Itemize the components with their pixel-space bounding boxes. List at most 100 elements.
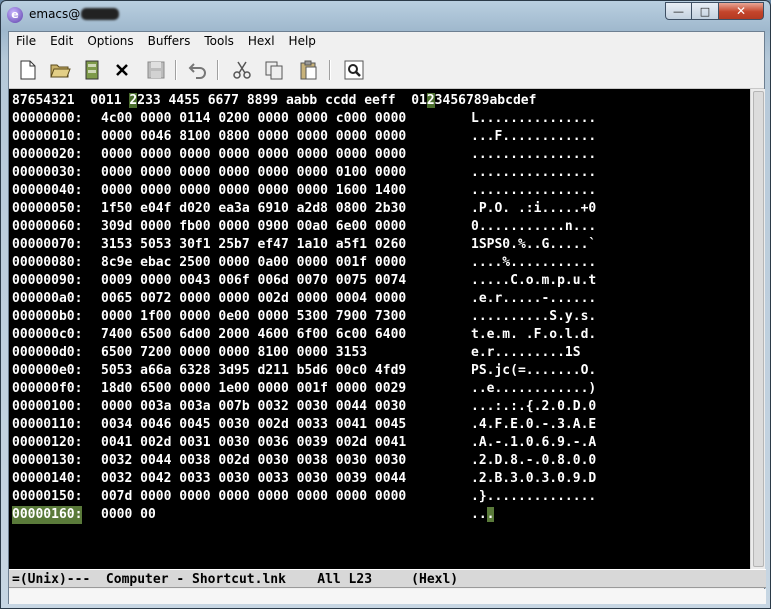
window-controls: — □ ✕ [665, 2, 764, 20]
menu-help[interactable]: Help [282, 32, 323, 52]
window-title: emacs@ [29, 7, 120, 21]
row-address: 000000c0: [12, 327, 83, 342]
emacs-window: e emacs@ — □ ✕ File Edit Options Buffers… [0, 0, 771, 609]
redacted-hostname [81, 8, 120, 20]
menu-hexl[interactable]: Hexl [241, 32, 282, 52]
new-file-icon[interactable] [15, 57, 41, 83]
ruler-addr: 87654321 [12, 93, 75, 108]
row-ascii: 1SPS0.%..G.....` [471, 237, 597, 252]
row-ascii: .....C.o.m.p.u.t [471, 273, 597, 288]
row-hex: 0000 003a 003a 007b 0032 0030 0044 0030 [101, 399, 407, 414]
row-address: 00000020: [12, 147, 83, 162]
row-address: 000000d0: [12, 345, 83, 360]
menu-buffers[interactable]: Buffers [141, 32, 198, 52]
row-address: 000000b0: [12, 309, 83, 324]
vertical-scrollbar[interactable] [750, 89, 765, 569]
row-address: 00000060: [12, 219, 83, 234]
row-address: 00000050: [12, 201, 83, 216]
row-ascii: t.e.m. .F.o.l.d. [471, 327, 597, 342]
row-address: 00000150: [12, 489, 83, 504]
row-hex: 0034 0046 0045 0030 002d 0033 0041 0045 [101, 417, 407, 432]
row-hex: 0041 002d 0031 0030 0036 0039 002d 0041 [101, 435, 407, 450]
toolbar-separator [175, 60, 177, 80]
row-ascii: e.r.........1S [471, 345, 581, 360]
mode-line: =(Unix)--- Computer - Shortcut.lnk All L… [9, 569, 766, 588]
row-hex: 6500 7200 0000 0000 8100 0000 3153 [101, 345, 368, 360]
row-hex: 7400 6500 6d00 2000 4600 6f00 6c00 6400 [101, 327, 407, 342]
row-ascii: ...F............ [471, 129, 597, 144]
row-hex: 0032 0042 0033 0030 0033 0030 0039 0044 [101, 471, 407, 486]
menu-tools[interactable]: Tools [197, 32, 241, 52]
undo-icon[interactable] [185, 57, 211, 83]
maximize-button[interactable]: □ [692, 2, 719, 20]
row-address: 000000f0: [12, 381, 83, 396]
ruler-hex-b: 233 4455 6677 8899 aabb ccdd eeff [137, 93, 396, 108]
window-title-text: emacs@ [29, 7, 81, 21]
row-ascii: 0...........n... [471, 219, 597, 234]
row-address: 00000130: [12, 453, 83, 468]
row-address: 000000a0: [12, 291, 83, 306]
row-address: 00000000: [12, 111, 83, 126]
save-disk-icon[interactable] [79, 57, 105, 83]
hexl-buffer[interactable]: 87654321 0011 2233 4455 6677 8899 aabb c… [9, 89, 750, 569]
row-address: 00000120: [12, 435, 83, 450]
paste-icon[interactable] [295, 57, 321, 83]
row-hex: 0000 0000 0000 0000 0000 0000 1600 1400 [101, 183, 407, 198]
row-hex: 18d0 6500 0000 1e00 0000 001f 0000 0029 [101, 381, 407, 396]
emacs-app-icon[interactable]: e [7, 7, 23, 23]
row-ascii: .2.B.3.0.3.0.9.D [471, 471, 597, 486]
row-address: 00000070: [12, 237, 83, 252]
menu-file[interactable]: File [9, 32, 43, 52]
row-ascii: .e.r.....-...... [471, 291, 597, 306]
open-folder-icon[interactable] [47, 57, 73, 83]
row-ascii: ..e............) [471, 381, 597, 396]
menu-options[interactable]: Options [80, 32, 140, 52]
row-address: 00000100: [12, 399, 83, 414]
row-hex: 5053 a66a 6328 3d95 d211 b5d6 00c0 4fd9 [101, 363, 407, 378]
cut-icon[interactable] [229, 57, 255, 83]
save-as-icon[interactable] [143, 57, 169, 83]
row-ascii: ...:.:.{.2.0.D.0 [471, 399, 597, 414]
close-button[interactable]: ✕ [719, 2, 764, 20]
row-hex: 309d 0000 fb00 0000 0900 00a0 6e00 0000 [101, 219, 407, 234]
close-x-icon[interactable] [109, 57, 135, 83]
row-ascii: ................ [471, 147, 597, 162]
scrollbar-thumb[interactable] [753, 91, 764, 567]
hexl-header-ruler: 87654321 0011 2233 4455 6677 8899 aabb c… [12, 92, 536, 110]
minibuffer[interactable] [9, 589, 766, 604]
row-hex: 3153 5053 30f1 25b7 ef47 1a10 a5f1 0260 [101, 237, 407, 252]
minimize-button[interactable]: — [665, 2, 692, 20]
current-line-address: 00000160: [12, 506, 83, 524]
row-ascii: ....%........... [471, 255, 597, 270]
row-hex: 0000 1f00 0000 0e00 0000 5300 7900 7300 [101, 309, 407, 324]
row-hex: 0009 0000 0043 006f 006d 0070 0075 0074 [101, 273, 407, 288]
row-ascii: L............... [471, 111, 597, 126]
ruler-ascii-b: 3456789abcdef [434, 93, 537, 108]
row-ascii: .A.-.1.0.6.9.-.A [471, 435, 597, 450]
text-cursor: . [486, 507, 495, 522]
row-address: 00000040: [12, 183, 83, 198]
row-hex: 8c9e ebac 2500 0000 0a00 0000 001f 0000 [101, 255, 407, 270]
row-ascii: .}.............. [471, 489, 597, 504]
row-hex: 1f50 e04f d020 ea3a 6910 a2d8 0800 2b30 [101, 201, 407, 216]
row-ascii: ................ [471, 165, 597, 180]
search-icon[interactable] [341, 57, 367, 83]
row-hex: 0065 0072 0000 0000 002d 0000 0004 0000 [101, 291, 407, 306]
row-ascii: .4.F.E.0.-.3.A.E [471, 417, 597, 432]
row-address: 000000e0: [12, 363, 83, 378]
toolbar-separator [329, 60, 331, 80]
copy-icon[interactable] [261, 57, 287, 83]
row-address: 00000030: [12, 165, 83, 180]
menu-edit[interactable]: Edit [43, 32, 80, 52]
title-bar[interactable]: e emacs@ — □ ✕ [1, 1, 770, 31]
row-address: 00000010: [12, 129, 83, 144]
row-ascii: ... [471, 506, 495, 524]
row-ascii: .2.D.8.-.0.8.0.0 [471, 453, 597, 468]
row-address: 00000090: [12, 273, 83, 288]
row-hex: 0000 0046 8100 0800 0000 0000 0000 0000 [101, 129, 407, 144]
row-ascii: .P.O. .:i.....+0 [471, 201, 597, 216]
row-ascii-text: .. [471, 507, 487, 522]
row-address: 00000140: [12, 471, 83, 486]
row-address: 00000080: [12, 255, 83, 270]
emacs-frame: File Edit Options Buffers Tools Hexl Hel… [8, 31, 766, 604]
